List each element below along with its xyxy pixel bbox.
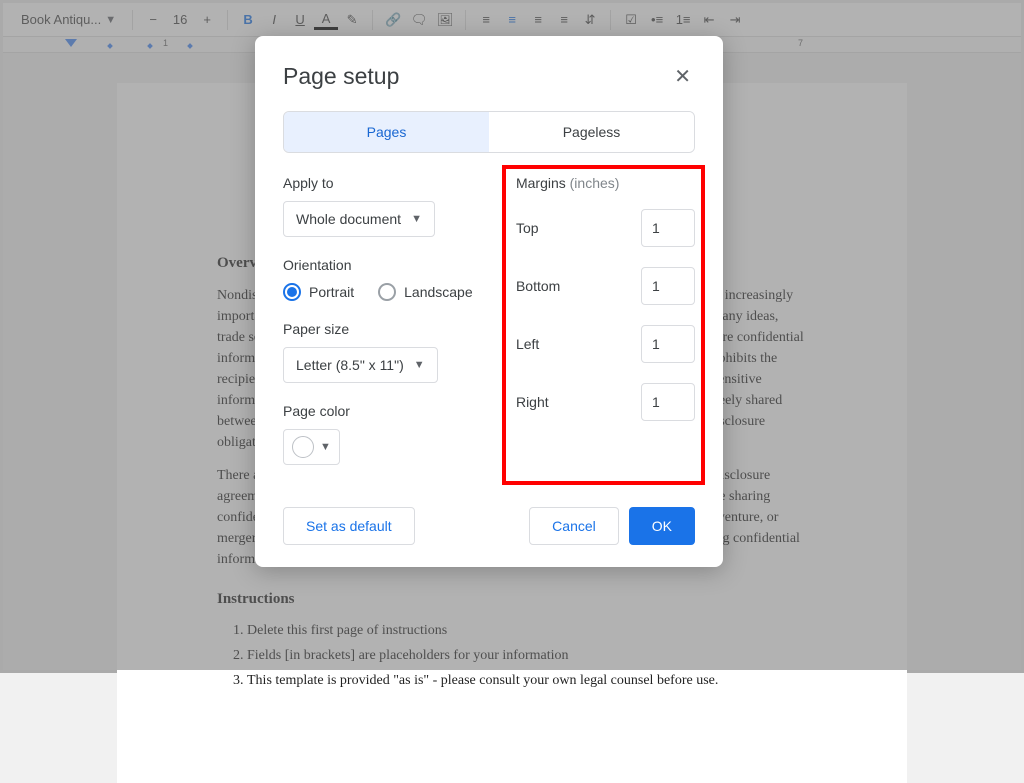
tab-pageless[interactable]: Pageless (489, 112, 694, 152)
page-color-select[interactable]: ▼ (283, 429, 340, 465)
settings-left-column: Apply to Whole document ▼ Orientation Po… (283, 175, 480, 473)
tab-row: Pages Pageless (283, 111, 695, 153)
page-color-label: Page color (283, 403, 480, 419)
set-default-button[interactable]: Set as default (283, 507, 415, 545)
tab-pages[interactable]: Pages (284, 112, 489, 152)
chevron-down-icon: ▼ (414, 359, 425, 371)
orientation-label: Orientation (283, 257, 480, 273)
dialog-title: Page setup (283, 63, 399, 90)
annotation-highlight (502, 165, 705, 485)
paper-size-label: Paper size (283, 321, 480, 337)
color-swatch-icon (292, 436, 314, 458)
ok-button[interactable]: OK (629, 507, 695, 545)
page-setup-dialog: Page setup ✕ Pages Pageless Apply to Who… (255, 36, 723, 567)
paper-size-value: Letter (8.5" x 11") (296, 357, 404, 373)
chevron-down-icon: ▼ (320, 441, 331, 453)
apply-to-label: Apply to (283, 175, 480, 191)
close-button[interactable]: ✕ (670, 60, 695, 93)
chevron-down-icon: ▼ (411, 213, 422, 225)
list-item: This template is provided "as is" - plea… (247, 670, 807, 691)
apply-to-value: Whole document (296, 211, 401, 227)
apply-to-select[interactable]: Whole document ▼ (283, 201, 435, 237)
radio-icon (283, 283, 301, 301)
radio-portrait[interactable]: Portrait (283, 283, 354, 301)
cancel-button[interactable]: Cancel (529, 507, 619, 545)
margins-column: Margins (inches) Top Bottom Left Right (516, 175, 695, 473)
radio-icon (378, 283, 396, 301)
radio-landscape[interactable]: Landscape (378, 283, 473, 301)
paper-size-select[interactable]: Letter (8.5" x 11") ▼ (283, 347, 438, 383)
